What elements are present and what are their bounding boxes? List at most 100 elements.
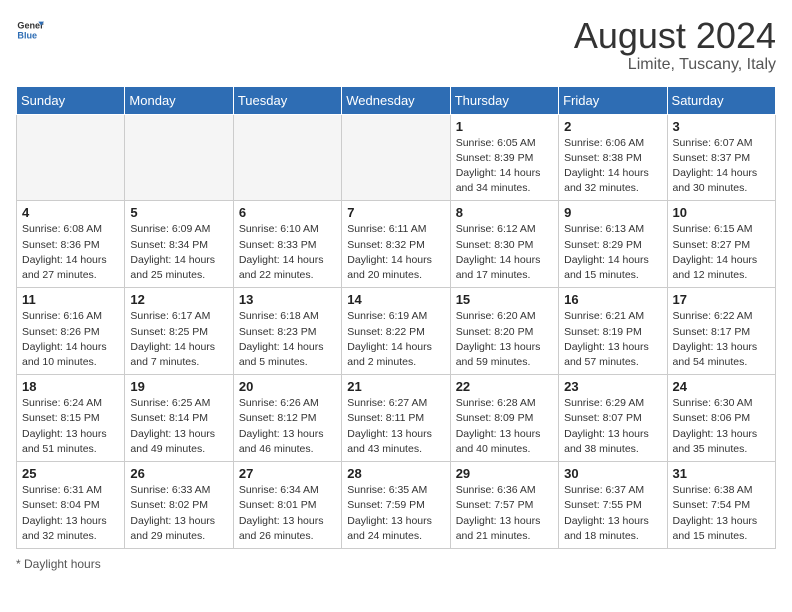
day-info: Sunrise: 6:08 AMSunset: 8:36 PMDaylight:… — [22, 222, 119, 283]
title-area: August 2024 Limite, Tuscany, Italy — [574, 16, 776, 74]
day-number: 29 — [456, 466, 553, 481]
day-number: 16 — [564, 292, 661, 307]
day-info: Sunrise: 6:06 AMSunset: 8:38 PMDaylight:… — [564, 136, 661, 197]
day-info: Sunrise: 6:17 AMSunset: 8:25 PMDaylight:… — [130, 309, 227, 370]
day-number: 25 — [22, 466, 119, 481]
day-info: Sunrise: 6:37 AMSunset: 7:55 PMDaylight:… — [564, 483, 661, 544]
calendar-cell: 21Sunrise: 6:27 AMSunset: 8:11 PMDayligh… — [342, 375, 450, 462]
day-info: Sunrise: 6:05 AMSunset: 8:39 PMDaylight:… — [456, 136, 553, 197]
day-info: Sunrise: 6:28 AMSunset: 8:09 PMDaylight:… — [456, 396, 553, 457]
calendar-cell: 24 Sunrise: 6:30 AMSunset: 8:06 PMDayligh… — [667, 375, 775, 462]
calendar-week-row: 11Sunrise: 6:16 AMSunset: 8:26 PMDayligh… — [17, 288, 776, 375]
day-info: Sunrise: 6:33 AMSunset: 8:02 PMDaylight:… — [130, 483, 227, 544]
day-number: 8 — [456, 205, 553, 220]
calendar-week-row: 18 Sunrise: 6:24 AMSunset: 8:15 PMDayligh… — [17, 375, 776, 462]
calendar-cell: 1 Sunrise: 6:05 AMSunset: 8:39 PMDaylight… — [450, 114, 558, 201]
day-info: Sunrise: 6:12 AMSunset: 8:30 PMDaylight:… — [456, 222, 553, 283]
day-info: Sunrise: 6:34 AMSunset: 8:01 PMDaylight:… — [239, 483, 336, 544]
day-number: 1 — [456, 119, 553, 134]
weekday-header-cell: Monday — [125, 86, 233, 114]
day-info: Sunrise: 6:24 AMSunset: 8:15 PMDaylight:… — [22, 396, 119, 457]
day-number: 10 — [673, 205, 770, 220]
calendar-cell: 20 Sunrise: 6:26 AMSunset: 8:12 PMDayligh… — [233, 375, 341, 462]
day-info: Sunrise: 6:38 AMSunset: 7:54 PMDaylight:… — [673, 483, 770, 544]
calendar-cell: 2 Sunrise: 6:06 AMSunset: 8:38 PMDaylight… — [559, 114, 667, 201]
day-number: 5 — [130, 205, 227, 220]
day-number: 17 — [673, 292, 770, 307]
day-info: Sunrise: 6:15 AMSunset: 8:27 PMDaylight:… — [673, 222, 770, 283]
calendar-cell: 15Sunrise: 6:20 AMSunset: 8:20 PMDayligh… — [450, 288, 558, 375]
day-info: Sunrise: 6:31 AMSunset: 8:04 PMDaylight:… — [22, 483, 119, 544]
day-number: 9 — [564, 205, 661, 220]
subtitle: Limite, Tuscany, Italy — [574, 56, 776, 74]
calendar-body: 1 Sunrise: 6:05 AMSunset: 8:39 PMDaylight… — [17, 114, 776, 548]
day-number: 2 — [564, 119, 661, 134]
calendar-cell: 30 Sunrise: 6:37 AMSunset: 7:55 PMDayligh… — [559, 462, 667, 549]
calendar-cell — [233, 114, 341, 201]
day-number: 30 — [564, 466, 661, 481]
day-number: 13 — [239, 292, 336, 307]
page-header: General Blue August 2024 Limite, Tuscany… — [16, 16, 776, 74]
calendar-cell — [342, 114, 450, 201]
day-info: Sunrise: 6:26 AMSunset: 8:12 PMDaylight:… — [239, 396, 336, 457]
day-info: Sunrise: 6:11 AMSunset: 8:32 PMDaylight:… — [347, 222, 444, 283]
logo: General Blue — [16, 16, 44, 44]
calendar-cell: 27 Sunrise: 6:34 AMSunset: 8:01 PMDayligh… — [233, 462, 341, 549]
weekday-header-cell: Sunday — [17, 86, 125, 114]
calendar-cell: 5 Sunrise: 6:09 AMSunset: 8:34 PMDaylight… — [125, 201, 233, 288]
svg-text:Blue: Blue — [17, 30, 37, 40]
calendar-cell: 7 Sunrise: 6:11 AMSunset: 8:32 PMDaylight… — [342, 201, 450, 288]
weekday-header-cell: Saturday — [667, 86, 775, 114]
day-number: 14 — [347, 292, 444, 307]
day-number: 27 — [239, 466, 336, 481]
calendar-cell: 9 Sunrise: 6:13 AMSunset: 8:29 PMDaylight… — [559, 201, 667, 288]
day-number: 28 — [347, 466, 444, 481]
day-info: Sunrise: 6:19 AMSunset: 8:22 PMDaylight:… — [347, 309, 444, 370]
day-number: 26 — [130, 466, 227, 481]
day-info: Sunrise: 6:29 AMSunset: 8:07 PMDaylight:… — [564, 396, 661, 457]
calendar-cell: 28 Sunrise: 6:35 AMSunset: 7:59 PMDayligh… — [342, 462, 450, 549]
weekday-header-row: SundayMondayTuesdayWednesdayThursdayFrid… — [17, 86, 776, 114]
calendar-cell: 10 Sunrise: 6:15 AMSunset: 8:27 PMDayligh… — [667, 201, 775, 288]
day-number: 12 — [130, 292, 227, 307]
day-number: 19 — [130, 379, 227, 394]
day-number: 7 — [347, 205, 444, 220]
day-info: Sunrise: 6:20 AMSunset: 8:20 PMDaylight:… — [456, 309, 553, 370]
day-number: 6 — [239, 205, 336, 220]
calendar-cell — [17, 114, 125, 201]
calendar-cell: 8 Sunrise: 6:12 AMSunset: 8:30 PMDaylight… — [450, 201, 558, 288]
day-number: 20 — [239, 379, 336, 394]
calendar-cell: 22 Sunrise: 6:28 AMSunset: 8:09 PMDayligh… — [450, 375, 558, 462]
calendar-cell: 13 Sunrise: 6:18 AMSunset: 8:23 PMDayligh… — [233, 288, 341, 375]
day-number: 18 — [22, 379, 119, 394]
day-info: Sunrise: 6:13 AMSunset: 8:29 PMDaylight:… — [564, 222, 661, 283]
calendar-week-row: 25 Sunrise: 6:31 AMSunset: 8:04 PMDayligh… — [17, 462, 776, 549]
day-info: Sunrise: 6:18 AMSunset: 8:23 PMDaylight:… — [239, 309, 336, 370]
day-number: 22 — [456, 379, 553, 394]
day-number: 31 — [673, 466, 770, 481]
main-title: August 2024 — [574, 16, 776, 56]
calendar-cell: 11Sunrise: 6:16 AMSunset: 8:26 PMDayligh… — [17, 288, 125, 375]
footer-note-text: Daylight hours — [24, 557, 101, 571]
day-number: 24 — [673, 379, 770, 394]
day-info: Sunrise: 6:35 AMSunset: 7:59 PMDaylight:… — [347, 483, 444, 544]
calendar-cell: 14 Sunrise: 6:19 AMSunset: 8:22 PMDayligh… — [342, 288, 450, 375]
calendar-cell — [125, 114, 233, 201]
weekday-header-cell: Tuesday — [233, 86, 341, 114]
logo-icon: General Blue — [16, 16, 44, 44]
day-info: Sunrise: 6:30 AMSunset: 8:06 PMDaylight:… — [673, 396, 770, 457]
day-info: Sunrise: 6:27 AMSunset: 8:11 PMDaylight:… — [347, 396, 444, 457]
day-number: 3 — [673, 119, 770, 134]
day-number: 4 — [22, 205, 119, 220]
day-info: Sunrise: 6:10 AMSunset: 8:33 PMDaylight:… — [239, 222, 336, 283]
day-info: Sunrise: 6:36 AMSunset: 7:57 PMDaylight:… — [456, 483, 553, 544]
calendar-table: SundayMondayTuesdayWednesdayThursdayFrid… — [16, 86, 776, 549]
calendar-cell: 18 Sunrise: 6:24 AMSunset: 8:15 PMDayligh… — [17, 375, 125, 462]
day-info: Sunrise: 6:09 AMSunset: 8:34 PMDaylight:… — [130, 222, 227, 283]
calendar-cell: 23Sunrise: 6:29 AMSunset: 8:07 PMDayligh… — [559, 375, 667, 462]
calendar-cell: 19Sunrise: 6:25 AMSunset: 8:14 PMDayligh… — [125, 375, 233, 462]
calendar-cell: 6 Sunrise: 6:10 AMSunset: 8:33 PMDaylight… — [233, 201, 341, 288]
calendar-cell: 26 Sunrise: 6:33 AMSunset: 8:02 PMDayligh… — [125, 462, 233, 549]
calendar-week-row: 1 Sunrise: 6:05 AMSunset: 8:39 PMDaylight… — [17, 114, 776, 201]
day-info: Sunrise: 6:22 AMSunset: 8:17 PMDaylight:… — [673, 309, 770, 370]
